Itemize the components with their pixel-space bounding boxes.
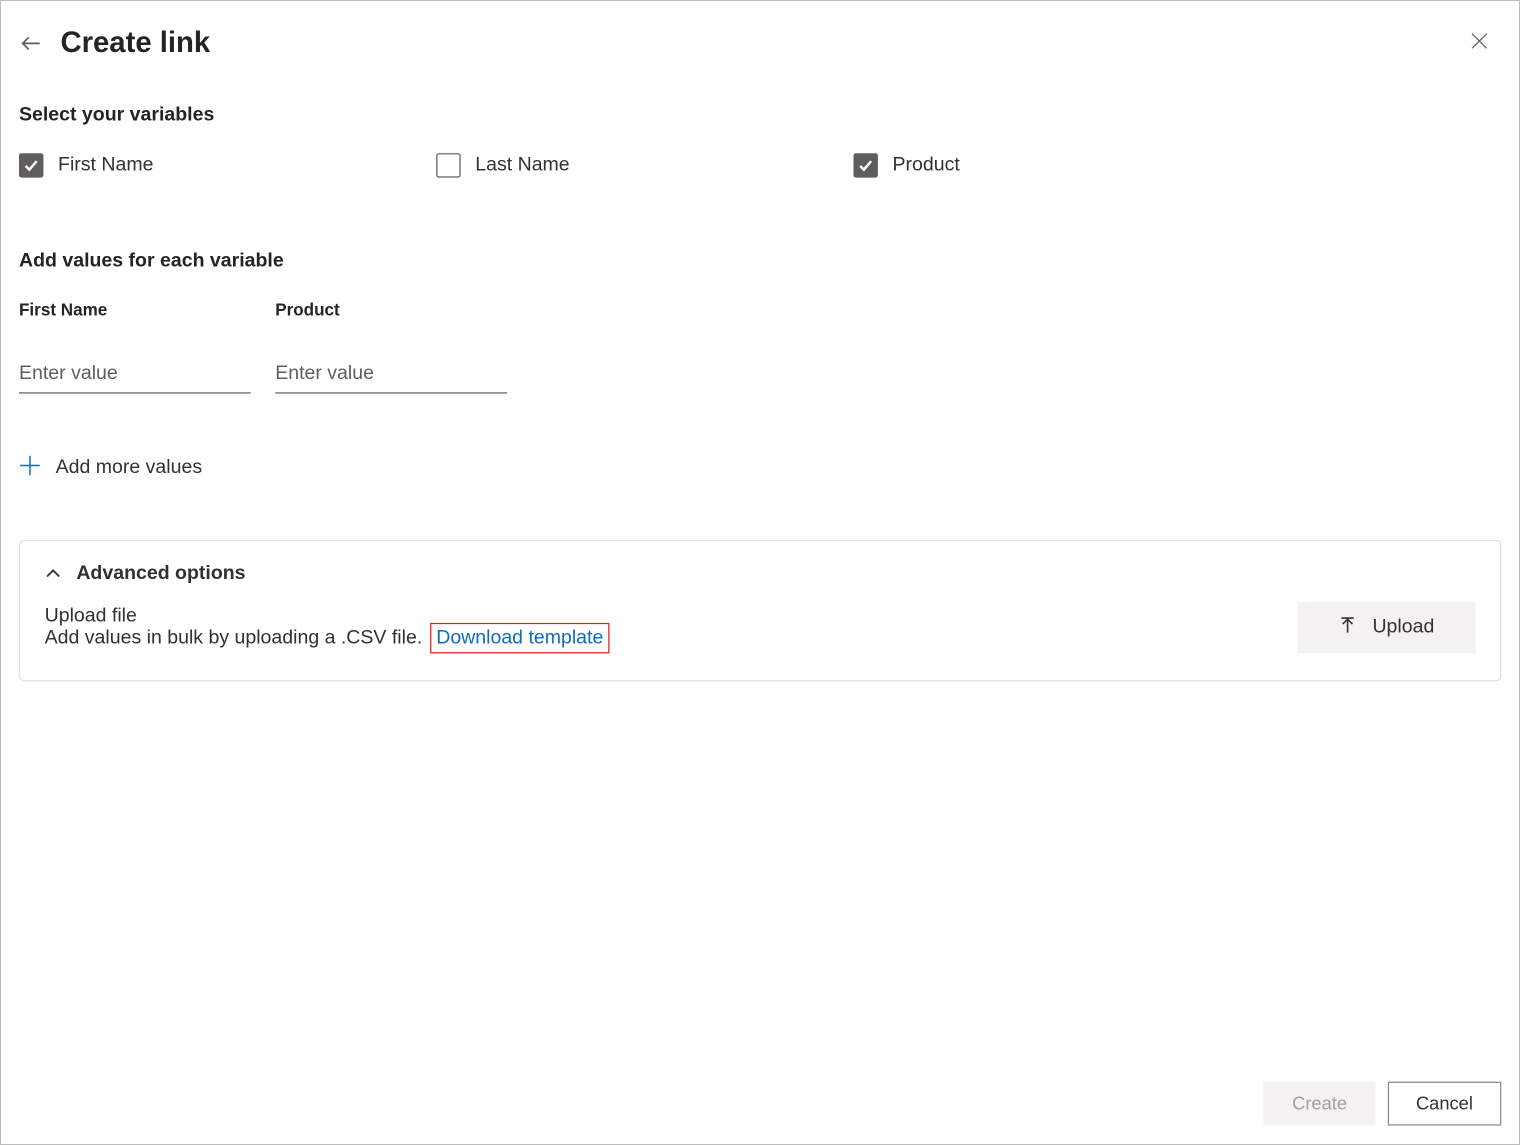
download-template-link[interactable]: Download template (430, 623, 609, 654)
add-more-values-button[interactable]: Add more values (19, 455, 1501, 482)
first-name-value-input[interactable] (19, 356, 251, 394)
value-column-header-product: Product (275, 300, 507, 320)
upload-button[interactable]: Upload (1297, 602, 1475, 653)
upload-icon (1338, 615, 1358, 641)
upload-button-label: Upload (1372, 617, 1434, 639)
checkbox-last-name[interactable]: Last Name (436, 153, 853, 177)
back-icon[interactable] (19, 31, 43, 55)
advanced-options-panel: Advanced options Upload file Add values … (19, 540, 1501, 682)
bulk-upload-description: Add values in bulk by uploading a .CSV f… (45, 628, 423, 649)
page-title: Create link (60, 26, 210, 60)
checkbox-product[interactable]: Product (853, 153, 1270, 177)
product-value-input[interactable] (275, 356, 507, 394)
add-values-heading: Add values for each variable (19, 251, 1501, 273)
checkbox-box-icon (436, 153, 460, 177)
checkbox-label: Last Name (475, 154, 569, 176)
checkbox-first-name[interactable]: First Name (19, 153, 436, 177)
upload-file-label: Upload file (45, 606, 1268, 628)
checkbox-label: First Name (58, 154, 153, 176)
add-more-label: Add more values (56, 457, 202, 479)
chevron-up-icon[interactable] (45, 566, 62, 583)
cancel-button[interactable]: Cancel (1388, 1082, 1501, 1126)
advanced-options-title: Advanced options (76, 563, 245, 585)
variables-row: First Name Last Name Product (19, 153, 1501, 177)
create-button: Create (1263, 1082, 1375, 1126)
checkmark-icon (19, 153, 43, 177)
checkmark-icon (853, 153, 877, 177)
checkbox-label: Product (893, 154, 960, 176)
select-variables-heading: Select your variables (19, 104, 1501, 126)
value-columns: First Name Product (19, 300, 1501, 394)
value-column-header-first-name: First Name (19, 300, 251, 320)
plus-icon (19, 455, 41, 482)
close-icon[interactable] (1464, 26, 1493, 55)
